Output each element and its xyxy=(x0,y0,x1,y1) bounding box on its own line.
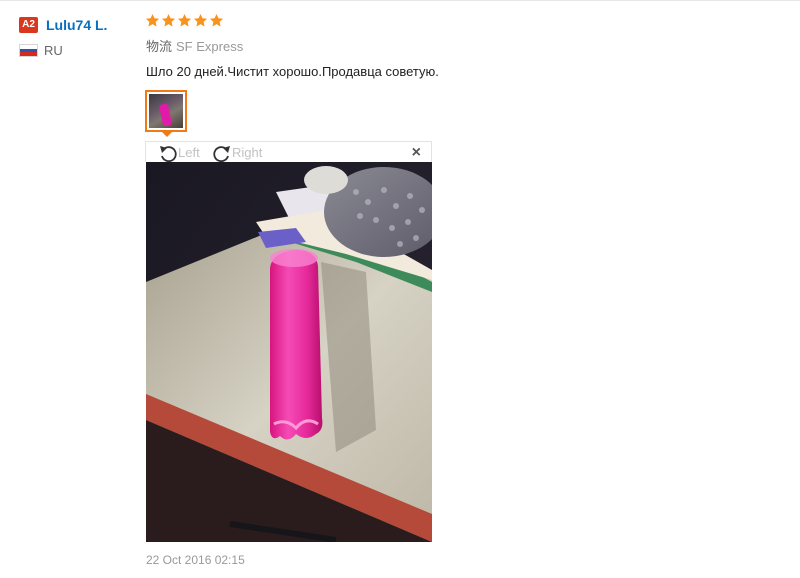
review-photo-thumbnail[interactable] xyxy=(145,90,187,132)
country-code: RU xyxy=(44,43,63,58)
review-card: A2 Lulu74 L. RU 物流 SF Express Шло 20 дней… xyxy=(0,0,800,578)
review-text: Шло 20 дней.Чистит хорошо.Продавца совет… xyxy=(146,64,439,79)
rotate-right-icon xyxy=(213,145,230,162)
image-viewer-toolbar: Left Right × xyxy=(145,141,432,162)
level-badge: A2 xyxy=(19,17,38,33)
country-flag-icon xyxy=(19,44,38,57)
rotate-right-button[interactable]: Right xyxy=(212,143,262,162)
reviewer-name-link[interactable]: Lulu74 L. xyxy=(46,15,107,35)
star-icon xyxy=(161,13,176,27)
logistics-info: 物流 SF Express xyxy=(146,38,243,56)
rotate-left-button[interactable]: Left xyxy=(158,143,200,162)
review-date: 22 Oct 2016 02:15 xyxy=(146,553,245,567)
divider xyxy=(0,0,800,1)
star-icon xyxy=(193,13,208,27)
rotate-left-label: Left xyxy=(178,144,200,160)
logistics-label: 物流 xyxy=(146,39,173,54)
star-icon xyxy=(209,13,224,27)
close-viewer-button[interactable]: × xyxy=(412,143,421,162)
photo-illustration xyxy=(146,162,432,542)
thumbnail-pointer xyxy=(161,131,173,137)
rotate-left-icon xyxy=(160,145,177,162)
star-rating xyxy=(145,13,224,28)
rotate-right-label: Right xyxy=(232,144,263,160)
logistics-value: SF Express xyxy=(176,39,244,54)
review-photo-large[interactable] xyxy=(146,162,432,542)
star-icon xyxy=(177,13,192,27)
star-icon xyxy=(145,13,160,27)
close-icon: × xyxy=(411,144,421,161)
thumbnail-image xyxy=(149,94,183,128)
